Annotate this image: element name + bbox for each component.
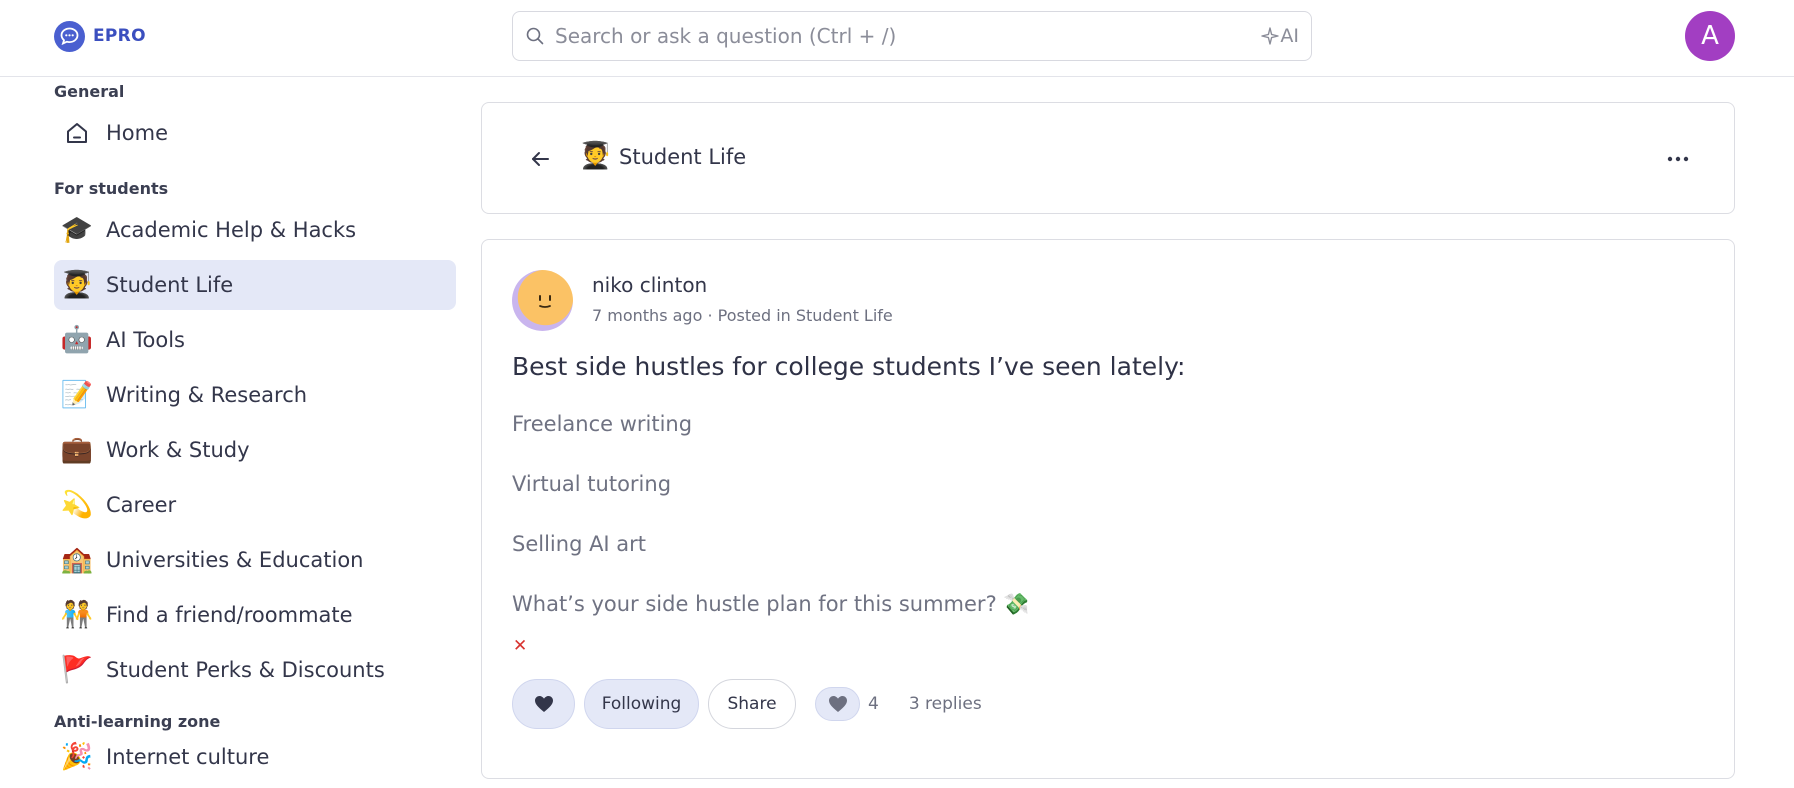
like-count: 4 [868, 694, 879, 714]
like-button[interactable] [512, 679, 575, 729]
sidebar-item-student-life[interactable]: 🧑‍🎓 Student Life [54, 260, 456, 310]
ai-label: AI [1280, 25, 1299, 47]
post-paragraph: Freelance writing [512, 412, 693, 436]
post-title: Best side hustles for college students I… [512, 352, 1186, 381]
section-label-general: General [54, 82, 125, 101]
briefcase-icon: 💼 [60, 435, 94, 465]
sidebar-item-label: Writing & Research [106, 383, 308, 407]
following-button[interactable]: Following [584, 679, 699, 729]
sidebar-item-label: Student Perks & Discounts [106, 658, 385, 682]
memo-icon: 📝 [60, 380, 94, 410]
author-avatar[interactable] [512, 270, 573, 331]
ai-button[interactable]: AI [1261, 25, 1299, 47]
dizzy-star-icon: 💫 [60, 490, 94, 520]
heart-icon [534, 696, 553, 712]
top-bar: EPRO Search or ask a question (Ctrl + /)… [0, 0, 1794, 77]
post-actions: Following Share 4 3 replies [512, 679, 982, 729]
post-paragraph: Virtual tutoring [512, 472, 672, 496]
search-icon [526, 27, 544, 45]
sidebar-item-label: Universities & Education [106, 548, 364, 572]
replies-link[interactable]: 3 replies [909, 694, 982, 714]
student-icon: 🧑‍🎓 [579, 141, 612, 171]
more-options-button[interactable] [1662, 143, 1694, 175]
sidebar: General Home For students 🎓 Academic Hel… [54, 77, 456, 788]
brand-name: EPRO [93, 26, 146, 46]
channel-title: Student Life [619, 145, 747, 169]
brand[interactable]: EPRO [54, 20, 146, 52]
back-button[interactable] [524, 143, 556, 175]
sidebar-item-label: Work & Study [106, 438, 250, 462]
school-icon: 🏫 [60, 545, 94, 575]
sidebar-item-label: Student Life [106, 273, 234, 297]
post-card: niko clinton 7 months ago · Posted in St… [481, 239, 1735, 779]
sidebar-item-label: AI Tools [106, 328, 185, 352]
sidebar-item-ai-tools[interactable]: 🤖 AI Tools [54, 315, 456, 365]
section-label-for-students: For students [54, 179, 169, 198]
more-horizontal-icon [1667, 156, 1689, 162]
sidebar-item-student-perks[interactable]: 🚩 Student Perks & Discounts [54, 645, 456, 695]
sidebar-item-home[interactable]: Home [54, 108, 456, 158]
sidebar-item-work-study[interactable]: 💼 Work & Study [54, 425, 456, 475]
section-label-anti-learning: Anti-learning zone [54, 712, 221, 731]
sidebar-item-label: Home [106, 121, 169, 145]
user-avatar[interactable]: A [1685, 11, 1735, 61]
search-input[interactable]: Search or ask a question (Ctrl + /) [555, 24, 1261, 48]
student-icon: 🧑‍🎓 [60, 270, 94, 300]
post-paragraph: Selling AI art [512, 532, 647, 556]
sidebar-item-label: Internet culture [106, 745, 270, 769]
sidebar-item-label: Academic Help & Hacks [106, 218, 357, 242]
channel-header: 🧑‍🎓 Student Life [481, 102, 1735, 214]
graduation-cap-icon: 🎓 [60, 215, 94, 245]
sidebar-item-career[interactable]: 💫 Career [54, 480, 456, 530]
author-name[interactable]: niko clinton [592, 273, 707, 297]
sidebar-item-internet-culture[interactable]: 🎉 Internet culture [54, 732, 456, 782]
red-flag-icon: 🚩 [60, 655, 94, 685]
party-popper-icon: 🎉 [60, 742, 94, 772]
sidebar-item-writing-research[interactable]: 📝 Writing & Research [54, 370, 456, 420]
sidebar-item-label: Find a friend/roommate [106, 603, 353, 627]
close-icon[interactable]: ✕ [513, 636, 527, 656]
share-button[interactable]: Share [708, 679, 796, 729]
home-icon [60, 116, 94, 150]
arrow-left-icon [532, 152, 549, 166]
sidebar-item-label: Career [106, 493, 177, 517]
robot-icon: 🤖 [60, 325, 94, 355]
sidebar-item-academic-help[interactable]: 🎓 Academic Help & Hacks [54, 205, 456, 255]
post-paragraph: What’s your side hustle plan for this su… [512, 592, 1030, 616]
search-bar[interactable]: Search or ask a question (Ctrl + /) AI [512, 11, 1312, 61]
chat-bubble-logo-icon [54, 20, 85, 52]
sidebar-item-universities[interactable]: 🏫 Universities & Education [54, 535, 456, 585]
post-meta: 7 months ago · Posted in Student Life [592, 306, 893, 325]
reaction-heart[interactable] [815, 687, 860, 721]
sidebar-item-find-friend[interactable]: 🧑‍🤝‍🧑 Find a friend/roommate [54, 590, 456, 640]
sparkle-icon [1261, 27, 1280, 45]
people-holding-hands-icon: 🧑‍🤝‍🧑 [60, 600, 94, 630]
smiley-face-icon [539, 295, 551, 308]
heart-icon [828, 696, 847, 712]
